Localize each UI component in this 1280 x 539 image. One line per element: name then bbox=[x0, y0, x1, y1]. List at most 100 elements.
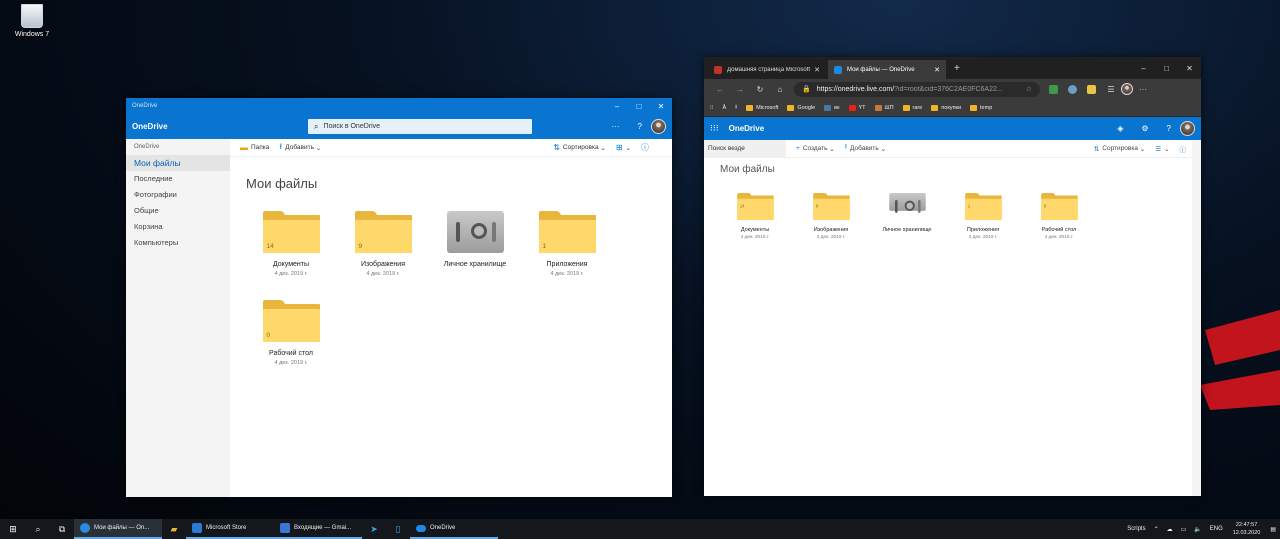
bookmark-item[interactable]: Google bbox=[787, 104, 815, 111]
bookmark-item[interactable]: temp bbox=[970, 104, 992, 111]
file-tile[interactable]: 1 Приложения 4 дек. 2019 г. bbox=[521, 211, 613, 277]
forward-icon[interactable]: → bbox=[730, 85, 750, 94]
sidebar-item-photos[interactable]: Фотографии bbox=[126, 187, 230, 203]
notifications-icon[interactable]: ▤ bbox=[1270, 526, 1276, 533]
file-tile[interactable]: 0 Рабочий стол 4 дек. 2019 г. bbox=[1024, 193, 1094, 240]
browser-tab-onedrive[interactable]: Мои файлы — OneDrive ✕ bbox=[828, 60, 946, 79]
file-tile[interactable]: 9 Изображения 4 дек. 2019 г. bbox=[337, 211, 429, 277]
sort-button[interactable]: ⇅ Сортировка ⌄ bbox=[1094, 145, 1145, 153]
back-icon[interactable]: ← bbox=[710, 85, 730, 94]
taskbar-app-mail[interactable]: Входящие — Gmai... bbox=[274, 519, 362, 539]
file-tile[interactable]: 0 Рабочий стол 4 дек. 2019 г. bbox=[245, 300, 337, 366]
bookmark-item[interactable]: вк bbox=[824, 104, 840, 111]
clock[interactable]: 22:47:57 12.03.2020 bbox=[1233, 521, 1261, 537]
page-scrollbar[interactable] bbox=[1192, 140, 1201, 496]
close-button[interactable]: ✕ bbox=[1178, 64, 1201, 73]
file-date: 4 дек. 2019 г. bbox=[274, 360, 308, 366]
minimize-button[interactable]: – bbox=[1132, 64, 1155, 73]
more-options-button[interactable]: ··· bbox=[612, 122, 620, 131]
volume-icon[interactable]: 🔈 bbox=[1194, 526, 1201, 533]
new-tab-button[interactable]: + bbox=[948, 60, 966, 79]
settings-menu-icon[interactable]: ··· bbox=[1133, 85, 1153, 94]
phone-icon[interactable]: ▯ bbox=[386, 519, 410, 539]
info-button[interactable]: ⓘ bbox=[641, 142, 652, 153]
file-tile[interactable]: Личное хранилище bbox=[872, 193, 942, 235]
bookmark-item[interactable]: Microsoft bbox=[746, 104, 778, 111]
bookmark-item[interactable]: rare bbox=[902, 104, 922, 111]
bookmark-item[interactable]: ШП bbox=[874, 104, 894, 111]
taskbar-app-store[interactable]: Microsoft Store bbox=[186, 519, 274, 539]
web-avatar[interactable] bbox=[1180, 121, 1195, 136]
onedrive-search-input[interactable]: ⌕ Поиск в OneDrive bbox=[308, 119, 532, 134]
extension-cloud-icon[interactable] bbox=[1068, 84, 1077, 94]
sidebar-item-shared[interactable]: Общие bbox=[126, 203, 230, 219]
file-tile[interactable]: 14 Документы 4 дек. 2019 г. bbox=[245, 211, 337, 277]
bookmark-icon[interactable]: Å bbox=[723, 105, 727, 111]
close-button[interactable]: ✕ bbox=[650, 102, 672, 111]
add-button[interactable]: ⭱ Добавить ⌄ bbox=[279, 141, 321, 155]
tab-title: Мои файлы — OneDrive bbox=[847, 66, 915, 73]
view-button[interactable]: ⊞ ⌄ bbox=[616, 143, 631, 152]
extension-bookmark-icon[interactable] bbox=[1087, 84, 1096, 94]
browser-tab-microsoft[interactable]: Домашняя страница Microsoft ✕ bbox=[708, 60, 826, 79]
maximize-button[interactable]: □ bbox=[1155, 64, 1178, 73]
file-tile[interactable]: 1 Приложения 4 дек. 2019 г. bbox=[948, 193, 1018, 240]
avatar[interactable] bbox=[651, 119, 666, 134]
sidebar-item-recycle-bin[interactable]: Корзина bbox=[126, 219, 230, 235]
taskbar-app-edge[interactable]: Мои файлы — On... bbox=[74, 519, 162, 539]
minimize-button[interactable]: – bbox=[606, 102, 628, 111]
settings-gear-icon[interactable]: ⚙ bbox=[1141, 124, 1148, 133]
cloud-icon[interactable]: ☁ bbox=[1167, 526, 1173, 533]
file-tile[interactable]: Личное хранилище bbox=[429, 211, 521, 271]
bookmark-item[interactable]: YT bbox=[848, 104, 866, 111]
close-tab-icon[interactable]: ✕ bbox=[934, 66, 940, 74]
app-launcher-icon[interactable]: ⁝⁝⁝ bbox=[710, 123, 719, 134]
apps-bookmark-icon[interactable]: ⁝⁝ bbox=[710, 105, 714, 111]
sort-label: Сортировка bbox=[1102, 145, 1138, 152]
network-icon[interactable]: ▭ bbox=[1181, 526, 1187, 533]
maximize-button[interactable]: □ bbox=[628, 102, 650, 111]
telegram-icon[interactable]: ➤ bbox=[362, 519, 386, 539]
home-icon[interactable]: ⌂ bbox=[770, 85, 790, 94]
premium-diamond-icon[interactable]: ◈ bbox=[1117, 124, 1123, 133]
extension-shield-icon[interactable] bbox=[1049, 84, 1058, 94]
favorite-star-icon[interactable]: ☆ bbox=[1026, 85, 1032, 93]
upload-button[interactable]: ⭱ Добавить ⌄ bbox=[845, 143, 886, 154]
close-tab-icon[interactable]: ✕ bbox=[814, 66, 820, 74]
language-indicator[interactable]: ENG bbox=[1210, 526, 1223, 532]
browser-profile-avatar[interactable] bbox=[1121, 83, 1133, 95]
file-tile[interactable]: 9 Изображения 4 дек. 2019 г. bbox=[796, 193, 866, 240]
sort-icon: ⇅ bbox=[1093, 145, 1100, 153]
help-button[interactable]: ? bbox=[638, 122, 642, 131]
help-icon[interactable]: ? bbox=[1167, 124, 1171, 133]
sidebar-item-recent[interactable]: Последние bbox=[126, 171, 230, 187]
hidden-icons-chevron-icon[interactable]: ⌃ bbox=[1154, 526, 1159, 533]
file-explorer-icon[interactable]: ▰ bbox=[162, 519, 186, 539]
favorites-icon[interactable]: ☰ bbox=[1101, 85, 1121, 94]
download-bookmark-icon[interactable]: ⭳ bbox=[735, 103, 737, 112]
task-view-icon[interactable]: ⧉ bbox=[50, 519, 74, 539]
file-tile[interactable]: 14 Документы 4 дек. 2019 г. bbox=[720, 193, 790, 240]
url-input[interactable]: 🔒 https://onedrive.live.com/?id=root&cid… bbox=[794, 81, 1040, 97]
info-button[interactable]: ⓘ bbox=[1180, 144, 1190, 154]
sidebar-item-pcs[interactable]: Компьютеры bbox=[126, 235, 230, 251]
folder-icon: 14 bbox=[262, 211, 320, 253]
sidebar-item-my-files[interactable]: Мои файлы bbox=[126, 155, 230, 171]
refresh-icon[interactable]: ↻ bbox=[750, 85, 770, 94]
tray-scripts-label[interactable]: Scripts bbox=[1127, 526, 1145, 532]
folder-icon: 14 bbox=[736, 193, 774, 220]
sort-icon: ⇅ bbox=[553, 143, 560, 152]
recycle-bin[interactable]: Windows 7 bbox=[2, 4, 62, 38]
new-folder-button[interactable]: ▬ Папка bbox=[240, 143, 269, 152]
start-button[interactable]: ⊞ bbox=[0, 519, 26, 539]
bookmark-folder-icon bbox=[874, 104, 882, 111]
taskbar-app-onedrive[interactable]: OneDrive bbox=[410, 519, 498, 539]
view-button[interactable]: ☰ ⌄ bbox=[1155, 145, 1169, 153]
onedrive-title-bar[interactable]: OneDrive – □ ✕ bbox=[126, 98, 672, 114]
search-icon[interactable]: ⌕ bbox=[26, 519, 50, 539]
sort-button[interactable]: ⇅ Сортировка ⌄ bbox=[553, 143, 606, 152]
bookmark-item[interactable]: покупки bbox=[931, 104, 961, 111]
create-button[interactable]: + Создать ⌄ bbox=[796, 145, 835, 153]
search-everywhere-input[interactable]: Поиск везде bbox=[704, 139, 786, 158]
vault-icon bbox=[888, 193, 926, 213]
